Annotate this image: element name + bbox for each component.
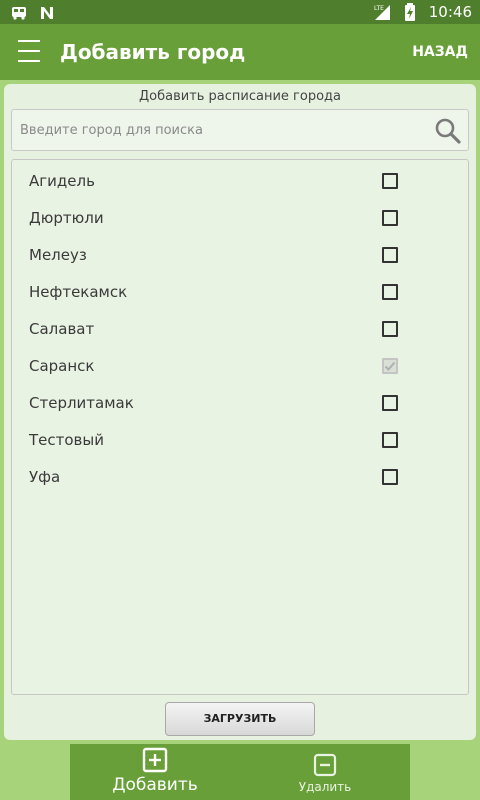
back-button[interactable]: НАЗАД <box>412 43 468 61</box>
delete-label: Удалить <box>298 780 352 794</box>
lte-signal-icon: LTE <box>373 3 391 21</box>
clock: 10:46 <box>428 3 472 21</box>
search-input[interactable] <box>12 110 422 150</box>
city-name: Саранск <box>29 357 95 375</box>
city-checkbox[interactable] <box>382 432 398 448</box>
city-name: Салават <box>29 320 95 338</box>
add-label: Добавить <box>112 775 198 795</box>
list-item[interactable]: Салават <box>12 310 468 347</box>
checkmark-icon <box>384 361 396 371</box>
load-button[interactable]: ЗАГРУЗИТЬ <box>165 702 315 736</box>
search-icon[interactable] <box>434 117 462 145</box>
city-list[interactable]: Агидель Дюртюли Мелеуз Нефтекамск Салава… <box>11 159 469 695</box>
battery-charging-icon <box>401 3 419 21</box>
city-checkbox[interactable] <box>382 210 398 226</box>
city-checkbox[interactable] <box>382 173 398 189</box>
list-item[interactable]: Стерлитамак <box>12 384 468 421</box>
city-checkbox[interactable] <box>382 395 398 411</box>
svg-text:LTE: LTE <box>374 5 384 12</box>
list-item[interactable]: Дюртюли <box>12 199 468 236</box>
city-checkbox[interactable] <box>382 247 398 263</box>
delete-button[interactable]: Удалить <box>240 744 410 800</box>
plus-box-icon <box>142 747 168 777</box>
city-name: Тестовый <box>29 431 104 449</box>
city-checkbox[interactable] <box>382 284 398 300</box>
bus-icon <box>10 4 28 22</box>
add-city-card: Добавить расписание города Агидель Дюртю… <box>4 84 476 740</box>
city-name: Дюртюли <box>29 209 104 227</box>
city-checkbox[interactable] <box>382 321 398 337</box>
city-name: Агидель <box>29 172 95 190</box>
search-box <box>11 109 469 151</box>
city-name: Нефтекамск <box>29 283 128 301</box>
app-bar: Добавить город НАЗАД <box>0 24 480 80</box>
city-name: Стерлитамак <box>29 394 134 412</box>
minus-box-icon <box>313 753 337 781</box>
city-checkbox[interactable] <box>382 469 398 485</box>
list-item[interactable]: Мелеуз <box>12 236 468 273</box>
n-notification-icon <box>38 4 56 22</box>
list-item[interactable]: Уфа <box>12 458 468 495</box>
page-title: Добавить город <box>60 40 246 64</box>
list-item[interactable]: Нефтекамск <box>12 273 468 310</box>
city-name: Мелеуз <box>29 246 87 264</box>
menu-icon[interactable] <box>18 40 40 62</box>
list-item[interactable]: Тестовый <box>12 421 468 458</box>
list-item[interactable]: Агидель <box>12 162 468 199</box>
city-checkbox-checked[interactable] <box>382 358 398 374</box>
card-title: Добавить расписание города <box>138 89 342 104</box>
list-item[interactable]: Саранск <box>12 347 468 384</box>
status-bar: LTE 10:46 <box>0 0 480 24</box>
city-name: Уфа <box>29 468 61 486</box>
bottom-nav: Добавить Удалить <box>70 744 410 800</box>
add-button[interactable]: Добавить <box>70 744 240 800</box>
